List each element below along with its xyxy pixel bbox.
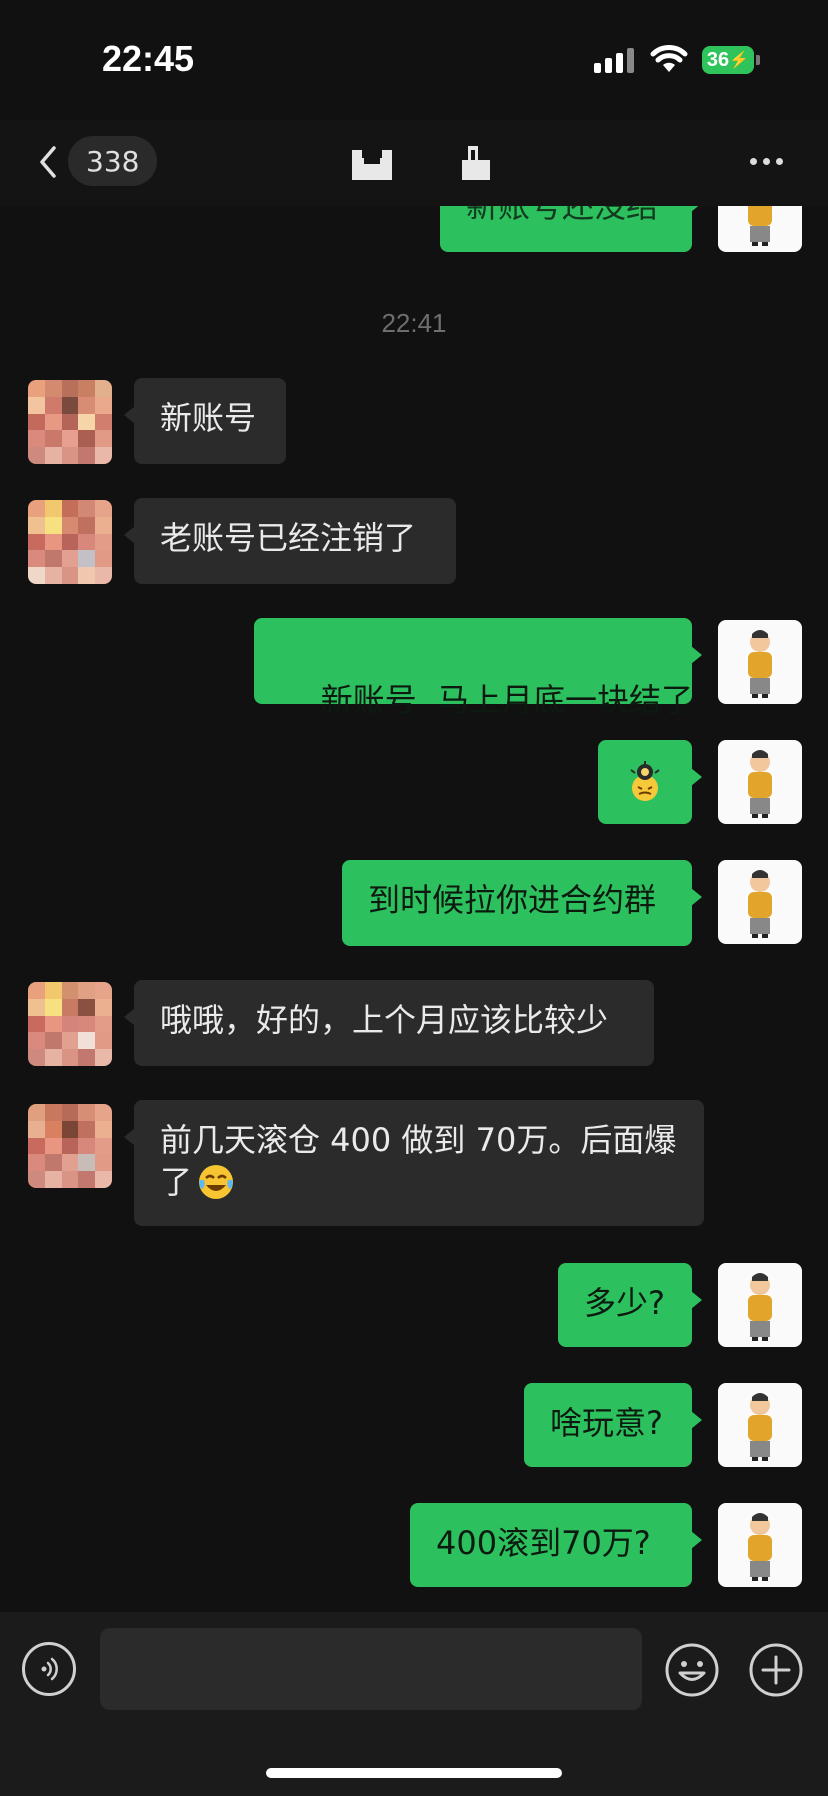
person-avatar-icon <box>748 1513 772 1581</box>
chat-title-glyph <box>352 150 392 180</box>
sticker-emoji-icon <box>630 761 660 801</box>
contact-avatar[interactable] <box>28 982 112 1066</box>
emoji-icon[interactable] <box>664 1642 720 1698</box>
laugh-cry-emoji-icon <box>199 1165 234 1199</box>
my-avatar[interactable] <box>718 860 802 944</box>
sticker-message-bubble[interactable] <box>598 740 702 824</box>
message-text: 了 <box>160 1163 193 1201</box>
my-avatar[interactable] <box>718 1383 802 1467</box>
message-text-input[interactable] <box>100 1628 642 1710</box>
voice-icon[interactable] <box>22 1642 76 1696</box>
chat-header: 338 <box>0 120 828 206</box>
blurred-avatar-image <box>28 1104 112 1188</box>
message-text: 啥玩意? <box>550 1404 663 1442</box>
message-bubble[interactable]: 到时候拉你进合约群 <box>342 860 702 946</box>
person-avatar-icon <box>748 1273 772 1341</box>
message-bubble[interactable]: 前几天滚仓 400 做到 70万。后面爆 了 <box>124 1100 704 1226</box>
message-text-line: 前几天滚仓 400 做到 70万。后面爆 <box>160 1121 677 1159</box>
plus-icon[interactable] <box>748 1642 804 1698</box>
person-avatar-icon <box>748 630 772 698</box>
unread-count-badge[interactable]: 338 <box>68 136 158 186</box>
person-avatar-icon <box>748 1393 772 1461</box>
message-bubble[interactable]: 新账号 马上月底一块结了 <box>254 618 702 719</box>
message-text: 多少? <box>584 1284 665 1322</box>
chat-title-glyph <box>462 146 490 180</box>
message-bubble[interactable]: 多少? <box>558 1263 702 1347</box>
my-avatar[interactable] <box>718 1263 802 1347</box>
voice-wave-icon <box>41 1657 58 1681</box>
my-avatar[interactable] <box>718 1503 802 1587</box>
message-bubble[interactable]: 啥玩意? <box>524 1383 702 1467</box>
blurred-avatar-image <box>28 380 112 464</box>
message-bubble[interactable]: 老账号已经注销了 <box>124 498 456 584</box>
contact-avatar[interactable] <box>28 1104 112 1188</box>
message-text: 新账号 <box>160 399 257 437</box>
blurred-avatar-image <box>28 500 112 584</box>
message-text: 哦哦，好的，上个月应该比较少 <box>160 1001 609 1039</box>
person-avatar-icon <box>748 870 772 938</box>
message-bubble[interactable]: 新账号 <box>124 378 286 464</box>
message-timestamp: 22:41 <box>381 308 447 338</box>
chevron-left-icon[interactable] <box>30 140 70 184</box>
blurred-avatar-image <box>28 982 112 1066</box>
my-avatar[interactable] <box>718 740 802 824</box>
person-avatar-icon <box>748 750 772 818</box>
message-text-line: 了 <box>160 1161 678 1203</box>
contact-avatar[interactable] <box>28 500 112 584</box>
message-bubble[interactable]: 400滚到70万? <box>410 1503 702 1587</box>
more-dots-icon[interactable] <box>750 146 790 176</box>
message-text: 400滚到70万? <box>436 1524 651 1562</box>
chat-area[interactable]: 新账号还没结 22:41 新账号 老账号已经注销了 新账号 马上月底一块结了 到… <box>0 0 828 1612</box>
home-indicator[interactable] <box>266 1768 562 1778</box>
message-bubble[interactable]: 哦哦，好的，上个月应该比较少 <box>124 980 654 1066</box>
message-text: 老账号已经注销了 <box>160 519 417 557</box>
message-text: 新账号 马上月底一块结了 <box>320 681 694 719</box>
my-avatar[interactable] <box>718 620 802 704</box>
message-text: 到时候拉你进合约群 <box>368 881 657 919</box>
contact-avatar[interactable] <box>28 380 112 464</box>
